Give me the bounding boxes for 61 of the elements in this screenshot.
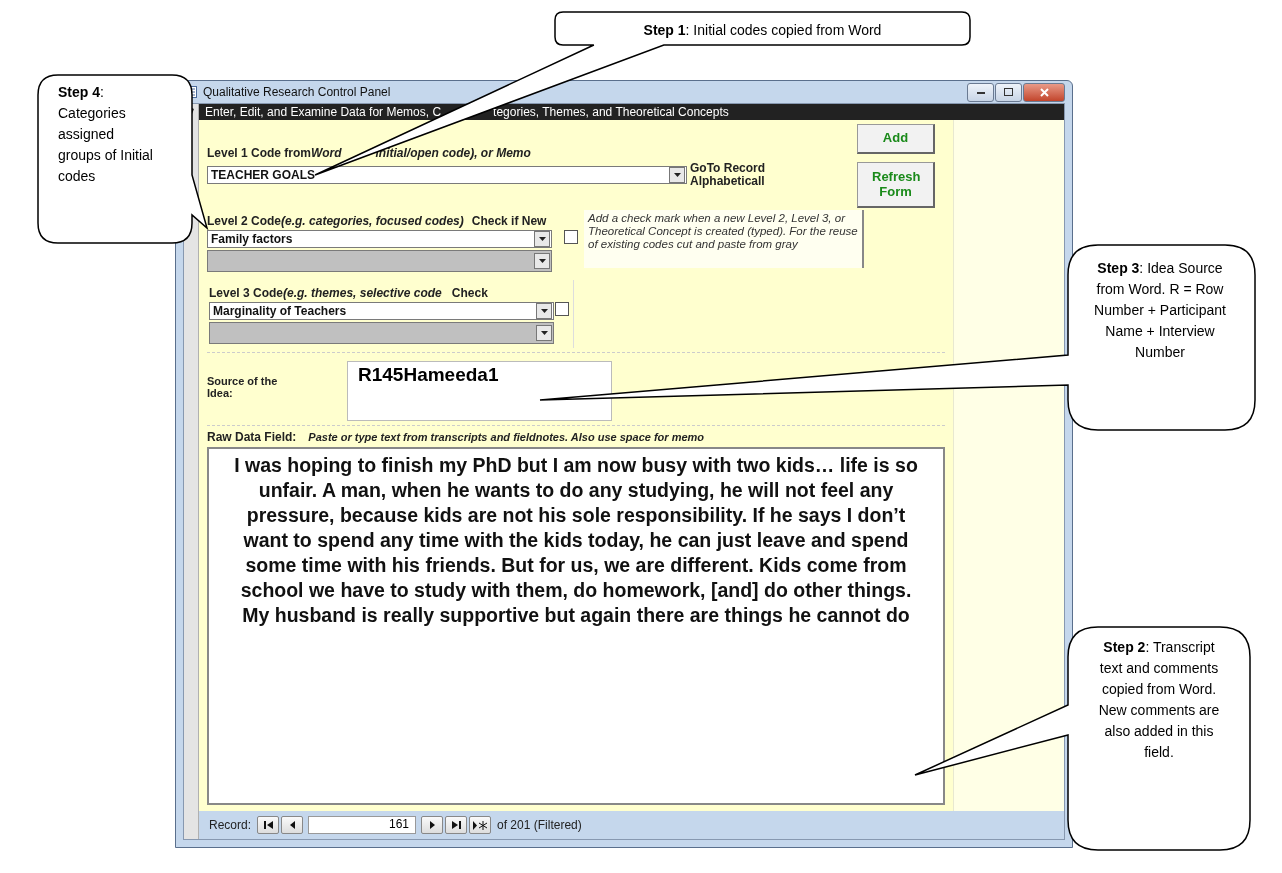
level1-code-field[interactable]: TEACHER GOALS <box>207 166 687 184</box>
triangle-right-icon <box>429 821 435 829</box>
field-hint: (e.g. categories, focused codes) <box>281 214 464 228</box>
caret-icon <box>540 331 548 335</box>
skip-forward-icon <box>451 821 461 829</box>
callout-text: Step 1: Initial codes copied from Word <box>642 21 883 40</box>
field-label: Level 1 Code from <box>207 146 312 160</box>
dropdown-button[interactable] <box>536 303 552 319</box>
caret-icon <box>538 259 546 263</box>
field-label: Level 2 Code <box>207 214 282 228</box>
goto-record-label: GoTo Record Alphabeticall <box>690 162 767 188</box>
raw-data-field[interactable]: I was hoping to finish my PhD but I am now busy with two kids… life is so unfair. A man, when he wants to do any studying, he will not feel any pressure, because kids are not his sole responsibility. If he says I don’t want to spend any time with the kids today, he can just leave and spend some time with his friends. But for us, we are different. Kids come from school we have to study with them, do homework, [and] do other things. My husband is really supportive but again there are things he cannot do <box>207 447 945 805</box>
dropdown-button[interactable] <box>669 167 685 183</box>
maximize-button[interactable] <box>995 82 1022 102</box>
combo-field[interactable] <box>207 250 552 272</box>
window-title: Qualitative Research Control Panel <box>203 85 392 99</box>
dropdown-button[interactable] <box>534 231 550 247</box>
close-icon <box>1039 87 1049 97</box>
checkbox-label: Check if New <box>471 214 547 228</box>
checkbox-label: Check <box>451 286 488 300</box>
form-header: tegories, Themes, and Theoretical Concepts <box>493 105 729 119</box>
combo-field[interactable] <box>209 322 554 344</box>
help-note: Add a check mark when a new Level 2, Level 3, or Theoretical Concept is created (typed). For the reuse of existing codes cut and paste from gray <box>584 210 864 268</box>
close-button[interactable] <box>1023 82 1065 102</box>
previous-record-button[interactable] <box>281 816 304 834</box>
triangle-left-icon <box>289 821 295 829</box>
record-number-field[interactable]: 161 <box>308 816 417 834</box>
level3-code-field[interactable]: Marginality of Teachers <box>209 302 554 320</box>
field-hint: Paste or type text from transcripts and fieldnotes. Also use space for memo <box>308 431 705 443</box>
checkbox[interactable] <box>564 230 578 244</box>
caret-icon <box>673 173 681 177</box>
minimize-button[interactable] <box>967 82 994 102</box>
record-count: of 201 (Filtered) <box>497 818 582 832</box>
caret-icon <box>538 237 546 241</box>
field-hint: initial/open code), or Memo <box>375 146 531 160</box>
callout-text: Step 2: Transcript text and comments copied from Word. New comments are also added in this field. <box>1097 638 1221 762</box>
level2-code-field[interactable]: Family factors <box>207 230 552 248</box>
callout-text: Step 4: Categories assigned groups of Initial codes <box>58 83 154 186</box>
add-button[interactable]: Add <box>857 124 935 154</box>
new-record-icon <box>473 820 488 830</box>
maximize-icon <box>1004 88 1013 96</box>
skip-back-icon <box>263 821 273 829</box>
form-header: Enter, Edit, and Examine Data for Memos, C <box>205 105 442 119</box>
record-label: Record: <box>209 818 252 832</box>
field-hint: (e.g. themes, selective code <box>283 286 442 300</box>
field-label: Level 3 Code <box>209 286 284 300</box>
next-record-button[interactable] <box>421 816 444 834</box>
callout-text: Step 3: Idea Source from Word. R = Row Number + Participant Name + Interview Number <box>1093 259 1227 362</box>
dropdown-button[interactable] <box>536 325 552 341</box>
source-field[interactable]: R145Hameeda1 <box>347 361 612 421</box>
caret-icon <box>540 309 548 313</box>
new-record-button[interactable] <box>469 816 492 834</box>
field-label: Word <box>311 146 342 160</box>
first-record-button[interactable] <box>257 816 280 834</box>
refresh-form-button[interactable]: Refresh Form <box>857 162 935 208</box>
last-record-button[interactable] <box>445 816 468 834</box>
dropdown-button[interactable] <box>534 253 550 269</box>
field-label: Raw Data Field: <box>207 430 297 444</box>
checkbox[interactable] <box>555 302 569 316</box>
minimize-icon <box>976 90 985 94</box>
field-label: Source of the Idea: <box>207 375 279 399</box>
